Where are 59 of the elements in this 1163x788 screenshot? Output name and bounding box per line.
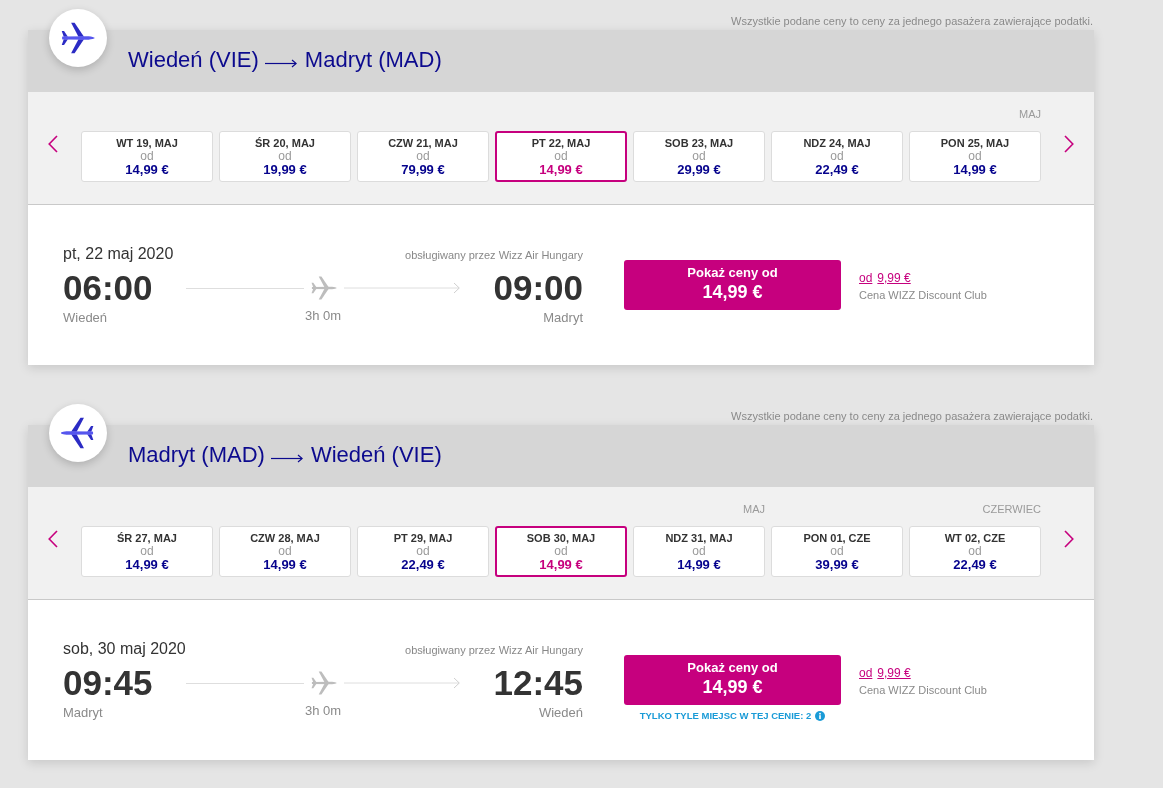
show-prices-button[interactable]: Pokaż ceny od 14,99 € bbox=[624, 260, 841, 310]
discount-price-link[interactable]: 9,99 € bbox=[877, 666, 911, 680]
flight-date: pt, 22 maj 2020 bbox=[63, 245, 174, 263]
date-option[interactable]: ŚR 27, MAJ od 14,99 € bbox=[81, 526, 213, 577]
discount-price-link[interactable]: 9,99 € bbox=[877, 271, 911, 285]
departure-time: 06:00 bbox=[63, 270, 153, 306]
arrow-icon bbox=[264, 58, 297, 68]
month-label: MAJ bbox=[743, 502, 765, 517]
price-notice: Wszystkie podane ceny to ceny za jednego pasażera zawierające podatki. bbox=[731, 14, 1093, 29]
flight-date: sob, 30 maj 2020 bbox=[63, 640, 186, 658]
seats-notice: TYLKO TYLE MIEJSC W TEJ CENIE: 2 bbox=[639, 710, 812, 722]
arrow-icon bbox=[344, 282, 461, 294]
date-option[interactable]: SOB 30, MAJ od 14,99 € bbox=[495, 526, 627, 577]
month-label: MAJ bbox=[1019, 107, 1041, 122]
month-label: CZERWIEC bbox=[982, 502, 1041, 517]
route-origin: Wiedeń (VIE) bbox=[128, 47, 259, 73]
date-option[interactable]: PT 29, MAJ od 22,49 € bbox=[357, 526, 489, 577]
date-option[interactable]: CZW 28, MAJ od 14,99 € bbox=[219, 526, 351, 577]
chevron-right-icon bbox=[1064, 135, 1074, 153]
arrival-city: Wiedeń bbox=[538, 705, 583, 721]
chevron-left-icon bbox=[48, 530, 58, 548]
plane-icon bbox=[49, 9, 107, 67]
date-option[interactable]: WT 19, MAJ od 14,99 € bbox=[81, 131, 213, 182]
departure-time: 09:45 bbox=[63, 665, 153, 701]
date-option[interactable]: NDZ 24, MAJ od 22,49 € bbox=[771, 131, 903, 182]
arrow-icon bbox=[344, 677, 461, 689]
operator-label: obsługiwany przez Wizz Air Hungary bbox=[405, 644, 583, 656]
plane-icon bbox=[311, 671, 338, 695]
discount-from-link[interactable]: od bbox=[859, 271, 873, 285]
flight-duration: 3h 0m bbox=[304, 703, 342, 719]
discount-label: Cena WIZZ Discount Club bbox=[859, 288, 987, 302]
chevron-left-icon bbox=[48, 135, 58, 153]
arrow-icon bbox=[270, 453, 303, 463]
discount-from-link[interactable]: od bbox=[859, 666, 873, 680]
route-destination: Wiedeń (VIE) bbox=[310, 442, 442, 468]
plane-icon bbox=[311, 276, 338, 300]
arrival-time: 09:00 bbox=[493, 270, 583, 306]
chevron-right-icon bbox=[1064, 530, 1074, 548]
departure-city: Wiedeń bbox=[63, 310, 108, 326]
operator-label: obsługiwany przez Wizz Air Hungary bbox=[405, 249, 583, 261]
date-option[interactable]: SOB 23, MAJ od 29,99 € bbox=[633, 131, 765, 182]
route-origin: Madryt (MAD) bbox=[128, 442, 265, 468]
route-destination: Madryt (MAD) bbox=[304, 47, 442, 73]
date-option[interactable]: ŚR 20, MAJ od 19,99 € bbox=[219, 131, 351, 182]
show-prices-button[interactable]: Pokaż ceny od 14,99 € bbox=[624, 655, 841, 705]
date-option[interactable]: NDZ 31, MAJ od 14,99 € bbox=[633, 526, 765, 577]
arrival-time: 12:45 bbox=[493, 665, 583, 701]
info-icon[interactable] bbox=[815, 711, 826, 721]
price-notice: Wszystkie podane ceny to ceny za jednego pasażera zawierające podatki. bbox=[731, 409, 1093, 424]
date-option[interactable]: PON 01, CZE od 39,99 € bbox=[771, 526, 903, 577]
flight-duration: 3h 0m bbox=[304, 308, 342, 324]
plane-icon bbox=[49, 404, 107, 462]
arrival-city: Madryt bbox=[543, 310, 583, 326]
date-option[interactable]: PON 25, MAJ od 14,99 € bbox=[909, 131, 1041, 182]
date-option[interactable]: CZW 21, MAJ od 79,99 € bbox=[357, 131, 489, 182]
discount-label: Cena WIZZ Discount Club bbox=[859, 683, 987, 697]
date-option[interactable]: WT 02, CZE od 22,49 € bbox=[909, 526, 1041, 577]
date-option[interactable]: PT 22, MAJ od 14,99 € bbox=[495, 131, 627, 182]
departure-city: Madryt bbox=[63, 705, 103, 721]
